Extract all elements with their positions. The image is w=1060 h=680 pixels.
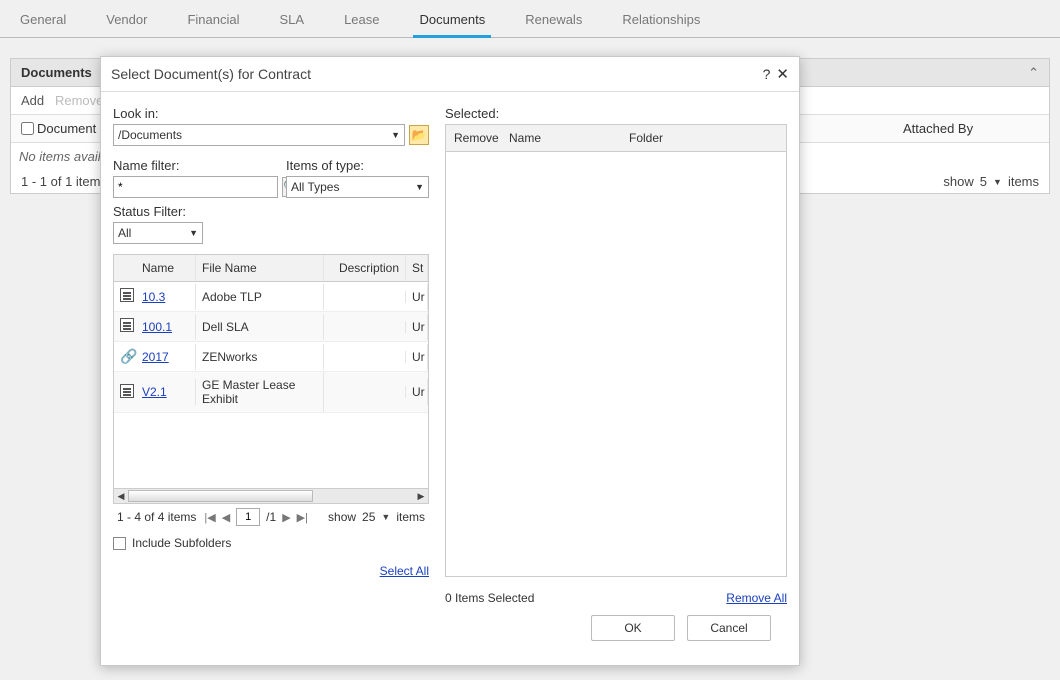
chevron-down-icon: ▼ — [415, 182, 424, 192]
document-icon — [120, 288, 134, 302]
page-total: /1 — [266, 510, 276, 524]
look-in-value: /Documents — [118, 128, 182, 142]
status-filter-select[interactable]: All ▼ — [113, 222, 203, 244]
scroll-left-icon[interactable]: ◀ — [114, 489, 128, 503]
chevron-down-icon[interactable]: ▼ — [993, 177, 1002, 187]
row-status: Ur — [406, 314, 428, 340]
scroll-thumb[interactable] — [128, 490, 313, 502]
show-suffix: items — [396, 510, 425, 524]
document-icon — [120, 384, 134, 398]
ok-button[interactable]: OK — [591, 615, 675, 641]
tab-financial[interactable]: Financial — [181, 12, 245, 37]
chevron-down-icon[interactable]: ▼ — [381, 512, 390, 522]
col-status[interactable]: St — [406, 255, 428, 281]
row-name-link[interactable]: V2.1 — [142, 385, 167, 399]
row-file-name: Adobe TLP — [196, 284, 324, 310]
folder-icon: 📂 — [412, 128, 427, 142]
tab-vendor[interactable]: Vendor — [100, 12, 153, 37]
tab-renewals[interactable]: Renewals — [519, 12, 588, 37]
name-filter-label: Name filter: — [113, 158, 268, 173]
row-status: Ur — [406, 344, 428, 370]
page-input[interactable] — [236, 508, 260, 526]
row-name-link[interactable]: 100.1 — [142, 320, 172, 334]
row-file-name: Dell SLA — [196, 314, 324, 340]
include-subfolders-checkbox[interactable] — [113, 537, 126, 550]
document-icon — [120, 318, 134, 332]
table-row[interactable]: 🔗 2017 ZENworks Ur — [114, 342, 428, 372]
remove-button: Remove — [55, 93, 103, 108]
selected-list: Remove Name Folder — [445, 124, 787, 577]
col-file-name[interactable]: File Name — [196, 255, 324, 281]
row-description — [324, 386, 406, 398]
top-tab-bar: General Vendor Financial SLA Lease Docum… — [0, 0, 1060, 38]
footer-show-suffix: items — [1008, 174, 1039, 189]
footer-range: 1 - 1 of 1 items — [21, 174, 107, 189]
row-status: Ur — [406, 379, 428, 405]
table-row[interactable]: V2.1 GE Master Lease Exhibit Ur — [114, 372, 428, 413]
first-page-button[interactable]: |◀ — [204, 511, 215, 524]
show-count[interactable]: 25 — [362, 510, 375, 524]
items-of-type-value: All Types — [291, 180, 339, 194]
last-page-button[interactable]: ▶| — [297, 511, 308, 524]
documents-grid: Name File Name Description St 10.3 Adobe … — [113, 254, 429, 504]
row-file-name: ZENworks — [196, 344, 324, 370]
col-sel-name[interactable]: Name — [501, 125, 621, 151]
table-row[interactable]: 10.3 Adobe TLP Ur — [114, 282, 428, 312]
table-row[interactable]: 100.1 Dell SLA Ur — [114, 312, 428, 342]
chevron-down-icon: ▼ — [391, 130, 400, 140]
dialog-title: Select Document(s) for Contract — [111, 66, 311, 82]
grid-range: 1 - 4 of 4 items — [117, 510, 196, 524]
include-subfolders-label: Include Subfolders — [132, 536, 231, 550]
close-icon[interactable]: ✕ — [776, 65, 789, 83]
horizontal-scrollbar[interactable]: ◀ ▶ — [114, 488, 428, 503]
tab-lease[interactable]: Lease — [338, 12, 385, 37]
row-description — [324, 291, 406, 303]
remove-all-link[interactable]: Remove All — [726, 591, 787, 605]
collapse-icon[interactable]: ⌃ — [1018, 65, 1049, 81]
look-in-label: Look in: — [113, 106, 429, 121]
tab-sla[interactable]: SLA — [273, 12, 310, 37]
scroll-right-icon[interactable]: ▶ — [414, 489, 428, 503]
col-description[interactable]: Description — [324, 255, 406, 281]
cancel-button[interactable]: Cancel — [687, 615, 771, 641]
next-page-button[interactable]: ▶ — [282, 511, 290, 524]
select-documents-dialog: Select Document(s) for Contract ? ✕ Look… — [100, 56, 800, 666]
documents-panel-title: Documents — [11, 59, 102, 86]
items-of-type-select[interactable]: All Types ▼ — [286, 176, 429, 198]
footer-show-label: show — [943, 174, 973, 189]
selected-count: 0 Items Selected — [445, 591, 534, 605]
row-name-link[interactable]: 10.3 — [142, 290, 165, 304]
browse-folder-button[interactable]: 📂 — [409, 125, 429, 145]
row-description — [324, 321, 406, 333]
show-label: show — [328, 510, 356, 524]
grid-header: Name File Name Description St — [114, 255, 428, 282]
selected-label: Selected: — [445, 106, 787, 121]
footer-show-count[interactable]: 5 — [980, 174, 987, 189]
row-name-link[interactable]: 2017 — [142, 350, 169, 364]
col-sel-folder[interactable]: Folder — [621, 125, 786, 151]
pager: |◀ ◀ /1 ▶ ▶| — [204, 508, 308, 526]
status-filter-label: Status Filter: — [113, 204, 268, 219]
status-filter-value: All — [118, 226, 131, 240]
col-remove[interactable]: Remove — [446, 125, 501, 151]
chevron-down-icon: ▼ — [189, 228, 198, 238]
items-of-type-label: Items of type: — [286, 158, 429, 173]
tab-relationships[interactable]: Relationships — [616, 12, 706, 37]
look-in-select[interactable]: /Documents ▼ — [113, 124, 405, 146]
help-icon[interactable]: ? — [763, 66, 771, 82]
col-name[interactable]: Name — [136, 255, 196, 281]
tab-general[interactable]: General — [14, 12, 72, 37]
row-file-name: GE Master Lease Exhibit — [196, 372, 324, 412]
row-status: Ur — [406, 284, 428, 310]
link-icon: 🔗 — [120, 348, 137, 364]
add-button[interactable]: Add — [21, 93, 44, 108]
select-all-checkbox[interactable] — [21, 122, 34, 135]
tab-documents[interactable]: Documents — [413, 12, 491, 38]
column-attached-by[interactable]: Attached By — [903, 121, 1043, 136]
select-all-link[interactable]: Select All — [113, 564, 429, 578]
row-description — [324, 351, 406, 363]
prev-page-button[interactable]: ◀ — [222, 511, 230, 524]
name-filter-input[interactable] — [113, 176, 278, 198]
